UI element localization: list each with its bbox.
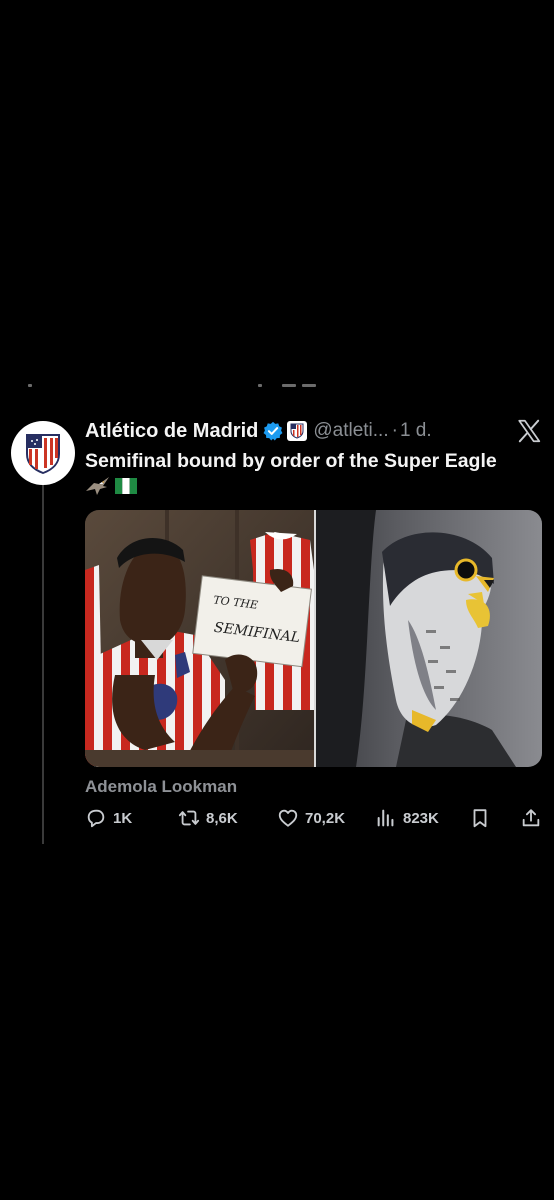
- nigeria-flag-icon: [115, 478, 137, 494]
- repost-count: 8,6K: [206, 809, 238, 827]
- bookmark-button[interactable]: [469, 805, 491, 831]
- display-name[interactable]: Atlético de Madrid: [85, 420, 258, 443]
- views-button[interactable]: 823K: [375, 805, 439, 831]
- share-icon: [522, 809, 540, 827]
- x-logo-icon[interactable]: [516, 418, 542, 444]
- reply-icon: [87, 809, 105, 828]
- reply-count: 1K: [113, 809, 133, 827]
- like-button[interactable]: 70,2K: [277, 805, 345, 831]
- timestamp[interactable]: 1 d.: [400, 420, 432, 442]
- reply-button[interactable]: 1K: [85, 805, 132, 831]
- clipped-previous-content: [20, 384, 340, 390]
- views-icon: [377, 809, 394, 827]
- repost-button[interactable]: 8,6K: [178, 805, 238, 831]
- tweet-text: Semifinal bound by order of the Super Ea…: [85, 450, 497, 472]
- tweet-header: Atlético de Madrid @atleti... · 1 d.: [85, 416, 544, 446]
- falcon-photo: [316, 510, 542, 767]
- player-photo: TO THE SEMIFINAL: [85, 510, 314, 767]
- atletico-crest-icon: [26, 434, 60, 474]
- eagle-icon: [86, 477, 109, 495]
- action-bar: 1K 8,6K 70,2K 823K: [85, 805, 545, 831]
- share-button[interactable]: [520, 805, 542, 831]
- image-caption: Ademola Lookman: [85, 777, 238, 796]
- repost-icon: [178, 810, 200, 826]
- verified-badge-icon: [263, 421, 283, 441]
- heart-icon: [278, 809, 298, 827]
- separator-dot: ·: [391, 420, 398, 441]
- avatar[interactable]: [11, 421, 75, 485]
- bookmark-icon: [473, 809, 487, 828]
- handle[interactable]: @atleti...: [313, 420, 388, 442]
- view-count: 823K: [403, 809, 439, 827]
- thread-line: [42, 478, 44, 844]
- like-count: 70,2K: [305, 809, 346, 827]
- emoji-row: [85, 474, 137, 498]
- affiliate-crest-icon[interactable]: [287, 421, 308, 441]
- tweet-media[interactable]: TO THE SEMIFINAL: [85, 510, 542, 767]
